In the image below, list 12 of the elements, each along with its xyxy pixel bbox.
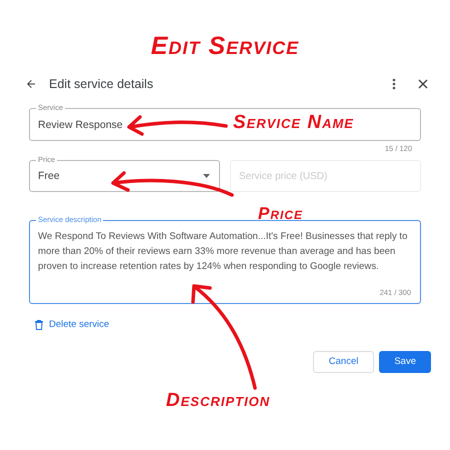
edit-service-heading: Edit Service bbox=[150, 31, 300, 62]
annotation-label: Description bbox=[166, 390, 270, 412]
delete-service-link[interactable]: Delete service bbox=[35, 319, 110, 330]
close-icon[interactable] bbox=[418, 79, 428, 89]
more-options-icon[interactable] bbox=[392, 78, 396, 90]
dropdown-caret-icon bbox=[203, 174, 210, 178]
annotation-label: Service Name bbox=[233, 112, 354, 134]
dialog-title: Edit service details bbox=[49, 77, 154, 91]
back-arrow-icon[interactable] bbox=[25, 78, 37, 90]
trash-icon bbox=[35, 320, 43, 330]
save-button[interactable]: Save bbox=[379, 350, 431, 372]
cancel-button[interactable]: Cancel bbox=[312, 350, 374, 372]
